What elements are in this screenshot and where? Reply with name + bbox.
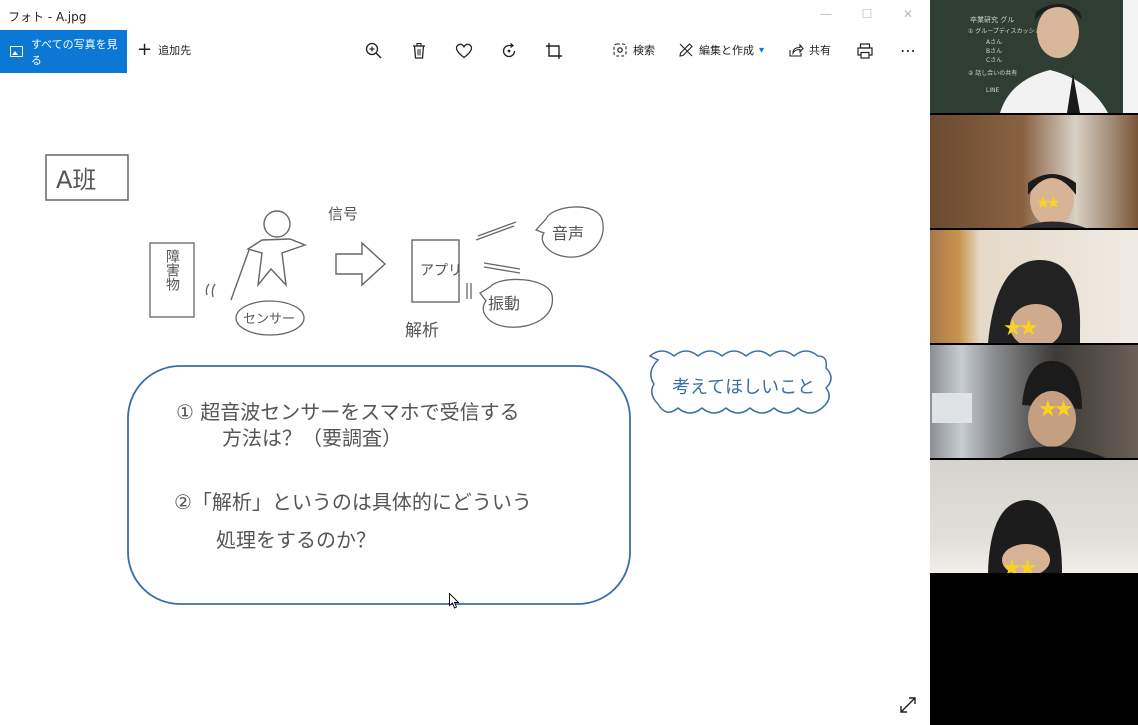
participant-4-video	[988, 500, 1062, 573]
signal-text: 信号	[328, 205, 358, 223]
add-to-button[interactable]: + 追加先	[137, 41, 191, 59]
board-line: 卒業研究 グル	[970, 15, 1014, 24]
title-bar: フォト - A.jpg — ☐ ✕	[0, 0, 930, 30]
title-box-text: A班	[56, 166, 96, 194]
trash-icon[interactable]	[409, 41, 429, 61]
expand-icon[interactable]	[898, 695, 918, 715]
search-button[interactable]: 検索	[612, 42, 655, 58]
window-title: フォト - A.jpg	[8, 10, 87, 24]
participant-1-video	[1020, 174, 1086, 228]
video-call-panel: 卒業研究 グル ① グループディスカッション Aさん Bさん Cさん ② 話し合…	[930, 0, 1138, 725]
crop-icon[interactable]	[544, 41, 564, 61]
photos-app-window: フォト - A.jpg — ☐ ✕ すべての写真を見る + 追加先 検索 編集と…	[0, 0, 930, 725]
voice-text: 音声	[552, 224, 584, 243]
vibration-lines	[466, 283, 472, 299]
board-line: ① グループディスカッション	[968, 27, 1047, 35]
minimize-button[interactable]: —	[818, 6, 834, 22]
handwritten-diagram: A班 障害物 センサー 信号 アプリ 解析 音声 振動 考えてほしいこと ① 超…	[45, 154, 832, 605]
photo-icon	[10, 46, 23, 57]
participant-3-video	[932, 360, 1106, 458]
see-all-photos-button[interactable]: すべての写真を見る	[0, 30, 127, 73]
privacy-stars: ★★	[1003, 316, 1039, 341]
zoom-in-icon[interactable]	[364, 41, 384, 61]
video-tile-teacher[interactable]: 卒業研究 グル ① グループディスカッション Aさん Bさん Cさん ② 話し合…	[930, 0, 1138, 113]
share-button[interactable]: 共有	[788, 42, 831, 58]
obstacle-text: 障害物	[164, 249, 180, 292]
output-lines	[475, 221, 521, 274]
plus-icon: +	[137, 39, 153, 60]
question-2-line-1: ②「解析」というのは具体的にどういう	[174, 490, 532, 514]
share-label: 共有	[809, 44, 831, 57]
question-2-line-2: 処理をするのか？	[216, 528, 376, 552]
privacy-stars: ★★	[1038, 397, 1074, 422]
privacy-stars: ★★	[1036, 193, 1061, 212]
teacher-video: 卒業研究 グル ① グループディスカッション Aさん Bさん Cさん ② 話し合…	[968, 0, 1138, 113]
person-figure	[205, 210, 307, 301]
board-line: Aさん	[986, 39, 1002, 46]
question-1-line-2: 方法は？（要調査）	[222, 426, 402, 450]
video-tile-participant-1[interactable]: ★★	[930, 115, 1138, 228]
add-to-label: 追加先	[158, 44, 192, 57]
board-line: ② 話し合いの共有	[968, 69, 1017, 77]
question-1-line-1: ① 超音波センサーをスマホで受信する	[176, 400, 520, 424]
video-tile-participant-3[interactable]: ★★	[930, 345, 1138, 458]
maximize-button[interactable]: ☐	[859, 6, 875, 22]
share-icon	[789, 43, 804, 57]
heart-icon[interactable]	[454, 41, 474, 61]
search-icon	[613, 43, 627, 57]
search-label: 検索	[633, 44, 655, 57]
edit-icon	[679, 43, 693, 57]
vibration-text: 振動	[488, 294, 520, 313]
mouse-cursor	[449, 593, 459, 609]
close-button[interactable]: ✕	[900, 6, 916, 22]
board-line: Bさん	[986, 48, 1002, 55]
print-icon[interactable]	[855, 41, 875, 61]
edit-create-button[interactable]: 編集と作成 ▾	[678, 42, 764, 58]
more-icon[interactable]: ⋯	[898, 41, 918, 61]
privacy-stars: ★★	[1002, 556, 1038, 573]
signal-arrow	[335, 241, 387, 287]
chevron-down-icon: ▾	[759, 44, 765, 56]
board-line: Cさん	[986, 57, 1002, 64]
see-all-photos-label: すべての写真を見る	[30, 37, 118, 67]
analysis-text: 解析	[405, 321, 439, 341]
rotate-icon[interactable]	[499, 41, 519, 61]
board-line: LINE	[986, 87, 1000, 94]
toolbar: すべての写真を見る + 追加先 検索 編集と作成 ▾ 共有 ⋯	[0, 30, 930, 73]
think-about-text: 考えてほしいこと	[672, 377, 815, 398]
edit-create-label: 編集と作成	[699, 44, 754, 57]
video-tile-participant-2[interactable]: ★★	[930, 230, 1138, 343]
sensor-text: センサー	[243, 312, 295, 327]
photo-canvas: A班 障害物 センサー 信号 アプリ 解析 音声 振動 考えてほしいこと ① 超…	[0, 73, 930, 725]
app-text: アプリ	[420, 263, 462, 279]
video-tile-participant-4[interactable]: ★★	[930, 460, 1138, 573]
